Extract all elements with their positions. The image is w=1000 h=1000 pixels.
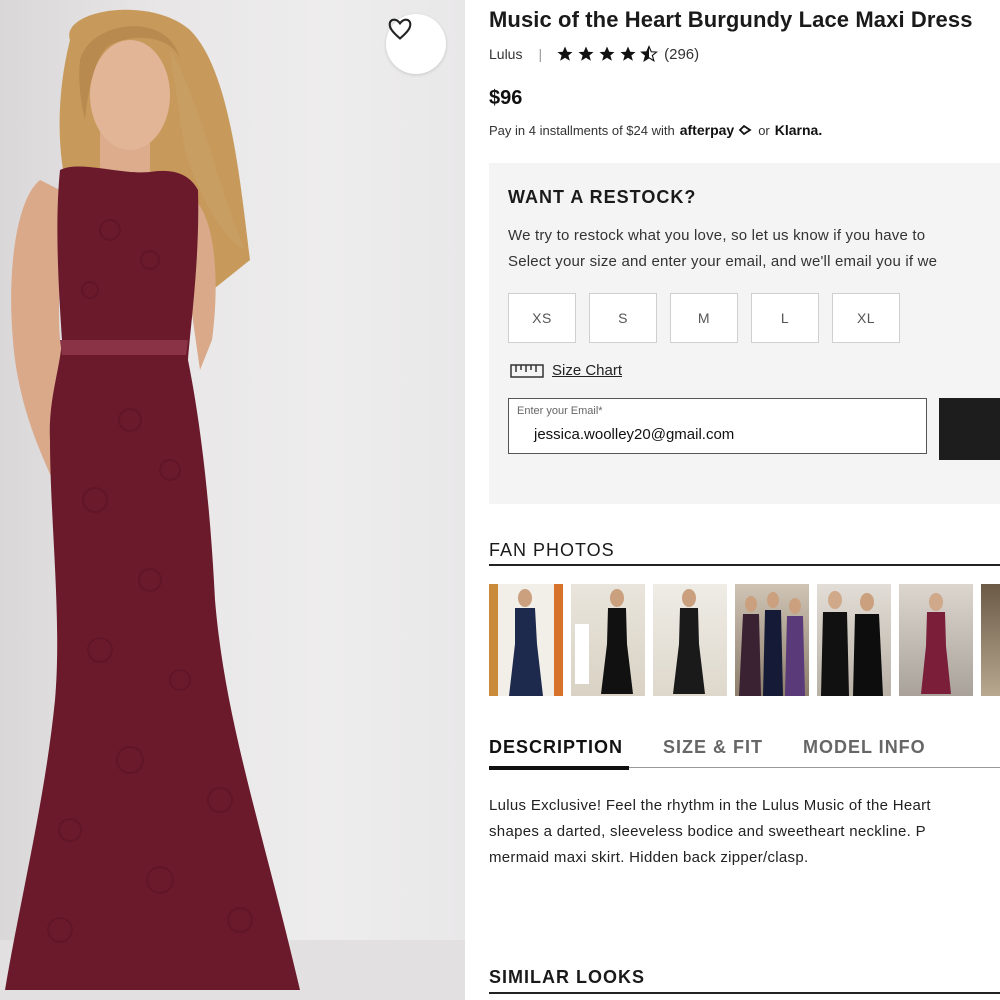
tab-model-info[interactable]: MODEL INFO [803, 737, 926, 768]
restock-heading: WANT A RESTOCK? [508, 187, 697, 207]
rating-stars[interactable] [556, 45, 659, 63]
size-selector: XS S M L XL [508, 293, 900, 343]
product-photo[interactable] [0, 0, 465, 1000]
description-line1: Lulus Exclusive! Feel the rhythm in the … [489, 797, 931, 814]
star-icon [557, 46, 573, 61]
klarna-logo[interactable]: Klarna. [775, 122, 822, 138]
fan-photos-divider [489, 564, 1000, 566]
active-tab-indicator [489, 766, 629, 770]
restock-text-line2: Select your size and enter your email, a… [508, 253, 938, 270]
fan-photo-figure [739, 592, 805, 696]
fan-photo-thumbnail[interactable] [981, 584, 1000, 696]
divider: | [538, 46, 543, 62]
product-title: Music of the Heart Burgundy Lace Maxi Dr… [489, 7, 973, 32]
fan-photo-thumbnail[interactable] [571, 584, 645, 696]
or-text: or [758, 122, 770, 138]
installments-text: Pay in 4 installments of $24 with [489, 122, 675, 138]
tab-size-fit[interactable]: SIZE & FIT [663, 737, 763, 768]
installments-info: Pay in 4 installments of $24 with afterp… [489, 122, 822, 138]
fan-photo-thumbnail[interactable] [899, 584, 973, 696]
review-count[interactable]: (296) [664, 46, 699, 63]
fan-photo-thumbnail[interactable] [653, 584, 727, 696]
star-icon [599, 46, 615, 61]
size-option-m[interactable]: M [670, 293, 738, 343]
notify-submit-button[interactable] [939, 398, 1000, 460]
fan-photo-thumbnail[interactable] [817, 584, 891, 696]
fan-photo-figure [673, 589, 705, 694]
fan-photo-figure [921, 593, 951, 694]
description-line3: mermaid maxi skirt. Hidden back zipper/c… [489, 849, 809, 866]
afterpay-logo[interactable]: afterpay [680, 122, 734, 138]
size-chart-label: Size Chart [552, 362, 623, 379]
email-value: jessica.woolley20@gmail.com [534, 426, 735, 443]
model-illustration [0, 9, 465, 1000]
brand-rating-row: Lulus | (296) [489, 45, 699, 63]
restock-panel: WANT A RESTOCK? We try to restock what y… [489, 163, 1000, 504]
tab-description[interactable]: DESCRIPTION [489, 737, 623, 768]
star-icon [620, 46, 636, 61]
similar-looks-heading: SIMILAR LOOKS [489, 967, 645, 987]
price: $96 [489, 87, 523, 109]
star-icon [578, 46, 594, 61]
brand-link[interactable]: Lulus [489, 46, 522, 62]
product-description: Lulus Exclusive! Feel the rhythm in the … [489, 793, 931, 871]
product-details: Music of the Heart Burgundy Lace Maxi Dr… [489, 0, 1000, 1000]
size-option-xs[interactable]: XS [508, 293, 576, 343]
half-star-icon [640, 45, 659, 62]
afterpay-arrows-icon [738, 124, 752, 136]
similar-looks-divider [489, 992, 1000, 994]
description-line2: shapes a darted, sleeveless bodice and s… [489, 823, 926, 840]
restock-text-line1: We try to restock what you love, so let … [508, 227, 926, 244]
size-option-s[interactable]: S [589, 293, 657, 343]
size-chart-link[interactable]: Size Chart [510, 362, 622, 379]
size-option-l[interactable]: L [751, 293, 819, 343]
fan-photo-figure [575, 589, 633, 694]
ruler-icon [510, 363, 544, 378]
fan-photos-heading: FAN PHOTOS [489, 540, 615, 560]
fan-photo-figure [509, 589, 543, 696]
fan-photo-thumbnail[interactable] [489, 584, 563, 696]
size-option-xl[interactable]: XL [832, 293, 900, 343]
favorite-button[interactable] [386, 14, 446, 74]
fan-photos-gallery [489, 584, 1000, 696]
heart-icon [388, 18, 412, 40]
fan-photo-thumbnail[interactable] [735, 584, 809, 696]
email-field[interactable]: Enter your Email* jessica.woolley20@gmai… [508, 398, 927, 454]
info-tabs: DESCRIPTION SIZE & FIT MODEL INFO [489, 737, 966, 768]
fan-photo-figure [821, 591, 883, 696]
email-label: Enter your Email* [517, 405, 603, 417]
